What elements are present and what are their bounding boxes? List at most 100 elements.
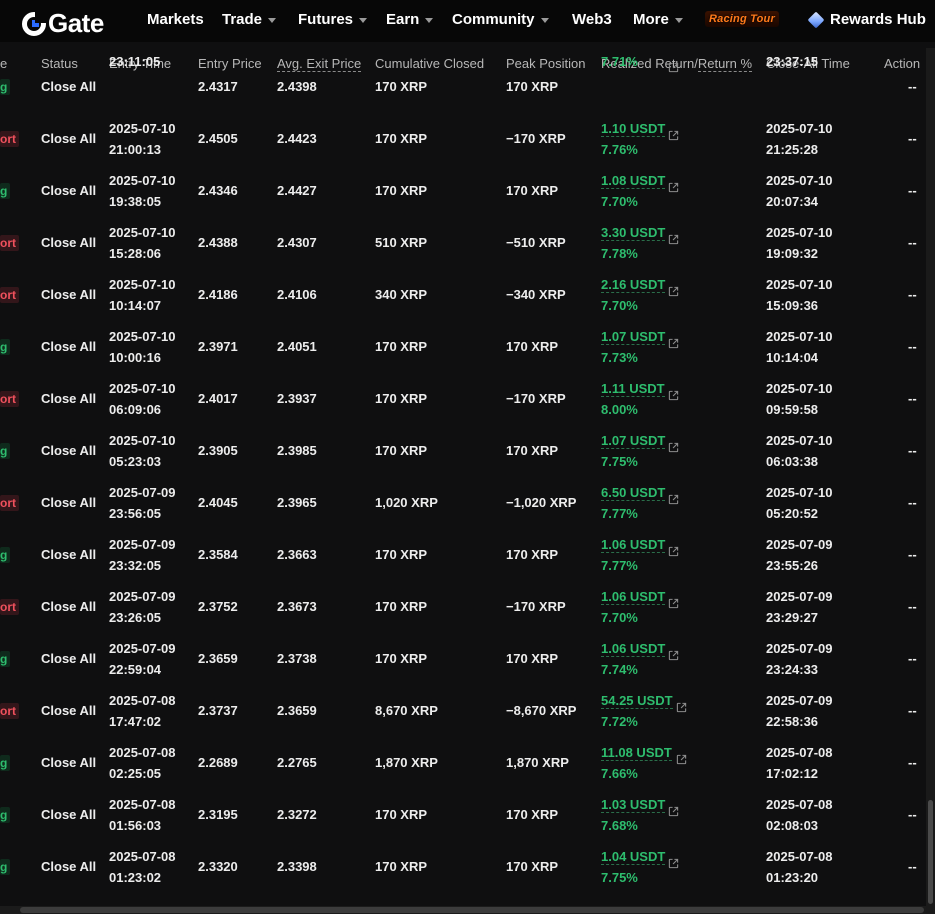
realized-return-usdt[interactable]: 1.04 USDT <box>601 849 666 865</box>
realized-return-usdt[interactable]: 6.50 USDT <box>601 485 666 501</box>
nav-trade[interactable]: Trade <box>222 11 277 28</box>
peak-position: 170 XRP <box>506 807 559 822</box>
realized-return: 1.04 USDT 7.75% <box>601 846 666 888</box>
entry-time: 2025-07-10 19:38:05 <box>109 173 176 209</box>
share-icon[interactable] <box>676 701 687 713</box>
share-icon[interactable] <box>676 753 687 765</box>
action-cell: -- <box>908 339 917 354</box>
rewards-hub-link[interactable]: Rewards Hub <box>807 11 926 28</box>
entry-time: 2025-07-08 02:25:05 <box>109 745 176 781</box>
share-icon[interactable] <box>668 493 679 505</box>
entry-time: 2025-07-09 23:56:05 <box>109 485 176 521</box>
peak-position: 170 XRP <box>506 443 559 458</box>
share-icon[interactable] <box>668 805 679 817</box>
realized-return-usdt[interactable]: 1.03 USDT <box>601 797 666 813</box>
nav-more[interactable]: More <box>633 11 683 28</box>
side-badge: g <box>0 859 11 875</box>
nav-markets[interactable]: Markets <box>147 11 204 28</box>
realized-return-usdt[interactable]: 1.06 USDT <box>601 537 666 553</box>
close-all-time: 2025-07-08 01:23:20 <box>766 849 833 885</box>
nav-community[interactable]: Community <box>452 11 549 28</box>
entry-price: 2.3584 <box>198 547 238 562</box>
entry-price: 2.4388 <box>198 235 238 250</box>
cumulative-closed: 170 XRP <box>375 183 428 198</box>
realized-return-usdt[interactable]: 1.07 USDT <box>601 329 666 345</box>
gate-logo[interactable]: Gate <box>22 8 104 39</box>
return-percent: 7.77% <box>601 506 638 521</box>
share-icon[interactable] <box>668 545 679 557</box>
side-badge: g <box>0 807 11 823</box>
cumulative-closed: 170 XRP <box>375 599 428 614</box>
nav-web3[interactable]: Web3 <box>572 11 612 28</box>
action-cell: -- <box>908 651 917 666</box>
chevron-down-icon <box>674 17 683 23</box>
entry-price: 2.3971 <box>198 339 238 354</box>
share-icon[interactable] <box>668 597 679 609</box>
cumulative-closed: 170 XRP <box>375 131 428 146</box>
avg-exit-price: 2.4106 <box>277 287 317 302</box>
share-icon[interactable] <box>668 61 679 73</box>
racing-tour-badge[interactable]: Racing Tour <box>705 11 779 27</box>
share-icon[interactable] <box>668 233 679 245</box>
action-cell: -- <box>908 287 917 302</box>
close-all-time: 2025-07-10 20:07:34 <box>766 173 833 209</box>
close-all-time: 2025-07-08 02:08:03 <box>766 797 833 833</box>
action-cell: -- <box>908 807 917 822</box>
return-percent: 7.77% <box>601 558 638 573</box>
nav-futures[interactable]: Futures <box>298 11 368 28</box>
vertical-scrollbar-track[interactable] <box>926 48 935 914</box>
action-cell: -- <box>908 79 917 94</box>
status-close-all: Close All <box>41 495 97 510</box>
action-cell: -- <box>908 495 917 510</box>
share-icon[interactable] <box>668 857 679 869</box>
realized-return-usdt[interactable]: 1.10 USDT <box>601 121 666 137</box>
side-badge: g <box>0 183 11 199</box>
nav-earn[interactable]: Earn <box>386 11 434 28</box>
table-row: g Close All 2025-07-09 22:59:04 2.3659 2.3738… <box>0 633 926 685</box>
cumulative-closed: 170 XRP <box>375 807 428 822</box>
entry-time: 2025-07-09 22:59:04 <box>109 641 176 677</box>
realized-return: 1.10 USDT 7.76% <box>601 118 666 160</box>
peak-position: −340 XRP <box>506 287 566 302</box>
share-icon[interactable] <box>668 441 679 453</box>
realized-return-usdt[interactable]: 11.08 USDT <box>601 745 672 761</box>
entry-time: 2025-07-10 10:14:07 <box>109 277 176 313</box>
share-icon[interactable] <box>668 129 679 141</box>
avg-exit-price: 2.3738 <box>277 651 317 666</box>
cumulative-closed: 8,670 XRP <box>375 703 438 718</box>
realized-return: 1.07 USDT 7.75% <box>601 430 666 472</box>
realized-return-usdt[interactable]: 1.06 USDT <box>601 641 666 657</box>
action-cell: -- <box>908 755 917 770</box>
realized-return-usdt[interactable]: 3.30 USDT <box>601 225 666 241</box>
side-badge: ort <box>0 599 19 615</box>
cumulative-closed: 170 XRP <box>375 651 428 666</box>
share-icon[interactable] <box>668 285 679 297</box>
close-all-time: 2025-07-10 15:09:36 <box>766 277 833 313</box>
realized-return-usdt[interactable]: 2.16 USDT <box>601 277 666 293</box>
share-icon[interactable] <box>668 389 679 401</box>
share-icon[interactable] <box>668 649 679 661</box>
entry-time: 2025-07-09 23:26:05 <box>109 589 176 625</box>
realized-return-usdt[interactable]: 1.08 USDT <box>601 173 666 189</box>
side-badge: g <box>0 547 11 563</box>
cumulative-closed: 340 XRP <box>375 287 428 302</box>
vertical-scrollbar-thumb[interactable] <box>928 800 933 904</box>
chevron-down-icon <box>268 17 277 23</box>
entry-price: 2.4505 <box>198 131 238 146</box>
cumulative-closed: 170 XRP <box>375 79 428 94</box>
share-icon[interactable] <box>668 337 679 349</box>
cumulative-closed: 170 XRP <box>375 339 428 354</box>
table-row: g Close All 2025-07-08 01:56:03 2.3195 2.3272… <box>0 789 926 841</box>
return-percent: 7.70% <box>601 610 638 625</box>
return-percent: 7.70% <box>601 298 638 313</box>
horizontal-scrollbar-thumb[interactable] <box>20 907 924 913</box>
avg-exit-price: 2.4398 <box>277 79 317 94</box>
realized-return-usdt[interactable]: 1.11 USDT <box>601 381 665 397</box>
avg-exit-price: 2.4427 <box>277 183 317 198</box>
realized-return-usdt[interactable]: 54.25 USDT <box>601 693 673 709</box>
realized-return-usdt[interactable]: 1.06 USDT <box>601 589 666 605</box>
avg-exit-price: 2.4423 <box>277 131 317 146</box>
realized-return-usdt[interactable]: 1.07 USDT <box>601 433 666 449</box>
action-cell: -- <box>908 131 917 146</box>
share-icon[interactable] <box>668 181 679 193</box>
